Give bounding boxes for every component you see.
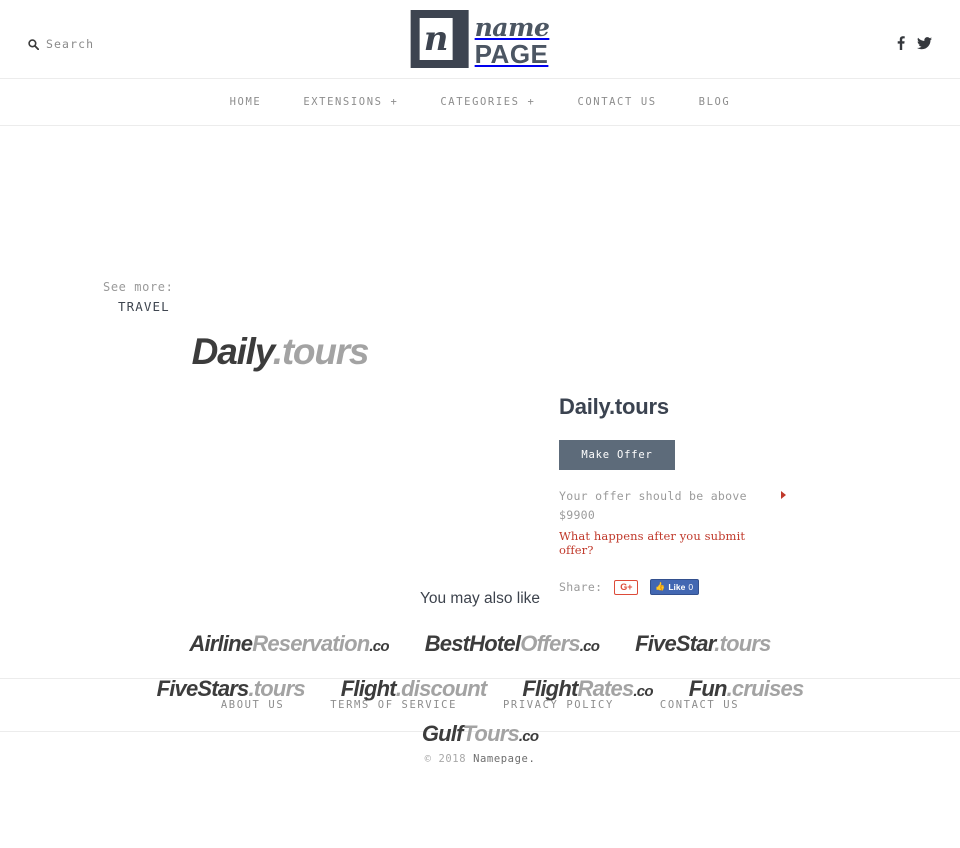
offer-note-line-1: Your offer should be above (559, 489, 747, 503)
related-domain-fun-cruises[interactable]: Fun.cruises (688, 673, 805, 704)
facebook-icon[interactable] (897, 36, 905, 50)
related-domains-row: GulfTours.co (0, 718, 960, 752)
site-logo[interactable]: n name PAGE (410, 10, 550, 68)
domain-wordmark: Daily.tours (0, 331, 560, 373)
logo-name-word: name (474, 12, 550, 42)
make-offer-button[interactable]: Make Offer (559, 440, 675, 470)
nav-item-blog[interactable]: BLOG (678, 96, 752, 108)
domain-part-mid: Rates (577, 676, 635, 701)
domain-part-prefix: Fun (688, 676, 728, 701)
related-domain-fivestar-tours[interactable]: FiveStar.tours (635, 628, 771, 659)
related-domain-flightrates[interactable]: FlightRates.co (522, 673, 653, 707)
domain-part-prefix: FiveStar (635, 631, 715, 656)
domain-part-mid: .discount (395, 676, 487, 701)
see-more-block: See more: TRAVEL (103, 278, 173, 317)
domain-part-suffix: .co (579, 638, 600, 655)
related-domain-fivestars-tours[interactable]: FiveStars.tours (156, 673, 306, 704)
domain-part-mid: Reservation (252, 631, 370, 656)
related-domain-besthoteloffers[interactable]: BestHotelOffers.co (424, 628, 600, 662)
domain-part-mid: Tours (462, 721, 520, 746)
nav-item-categories[interactable]: CATEGORIES + (419, 96, 556, 108)
nav-item-extensions[interactable]: EXTENSIONS + (282, 96, 419, 108)
search-placeholder: Search (46, 37, 95, 51)
domain-part-prefix: FiveStars (156, 676, 250, 701)
domain-part-mid: .tours (248, 676, 305, 701)
domain-wordmark-suffix: .tours (272, 331, 370, 372)
domain-part-prefix: Flight (522, 676, 578, 701)
search-icon (28, 38, 39, 50)
related-domain-gulftours[interactable]: GulfTours.co (421, 718, 539, 752)
domain-part-prefix: Gulf (421, 721, 464, 746)
page-title: Daily.tours (559, 394, 669, 419)
offer-minimum-note: Your offer should be above $9900 What ha… (559, 487, 786, 557)
see-more-label: See more: (103, 280, 174, 294)
chevron-right-icon (781, 491, 786, 499)
related-domain-flight-discount[interactable]: Flight.discount (341, 673, 487, 704)
main-navigation: HOME EXTENSIONS + CATEGORIES + CONTACT U… (0, 79, 960, 126)
domain-part-suffix: .co (633, 683, 653, 700)
twitter-icon[interactable] (917, 36, 932, 50)
domain-part-suffix: .co (518, 728, 539, 745)
related-domains-row: FiveStars.tours Flight.discount FlightRa… (0, 673, 960, 707)
main-content: See more: TRAVEL Daily.tours Daily.tours… (0, 126, 960, 746)
search-input[interactable]: Search (28, 37, 94, 51)
related-domains-row: AirlineReservation.co BestHotelOffers.co… (0, 628, 960, 662)
domain-part-prefix: BestHotel (424, 631, 521, 656)
logo-page-word: PAGE (474, 38, 549, 69)
domain-part-mid: .cruises (726, 676, 805, 701)
offer-note-line-2: $9900 (559, 508, 596, 522)
see-more-category-travel[interactable]: TRAVEL (103, 297, 173, 317)
nav-item-contact-us[interactable]: CONTACT US (556, 96, 677, 108)
domain-wordmark-prefix: Daily (191, 331, 274, 372)
top-header-bar: Search n name PAGE (0, 0, 960, 79)
logo-mark-letter: n (423, 19, 449, 59)
logo-text: name PAGE (475, 12, 550, 67)
domain-part-mid: Offers (520, 631, 580, 656)
logo-mark-icon: n (410, 10, 469, 68)
domain-detail-panel: Daily.tours Make Offer Your offer should… (559, 394, 899, 595)
related-domain-airlinereservation[interactable]: AirlineReservation.co (189, 628, 389, 662)
nav-item-home[interactable]: HOME (209, 96, 283, 108)
domain-part-mid: .tours (714, 631, 771, 656)
you-may-also-like-heading: You may also like (419, 590, 541, 607)
offer-process-link[interactable]: What happens after you submit offer? (559, 529, 777, 557)
domain-part-suffix: .co (369, 638, 389, 655)
header-social-links (897, 36, 932, 50)
domain-part-prefix: Flight (340, 676, 397, 701)
related-domains-list: AirlineReservation.co BestHotelOffers.co… (0, 628, 960, 763)
domain-part-prefix: Airline (189, 631, 253, 656)
